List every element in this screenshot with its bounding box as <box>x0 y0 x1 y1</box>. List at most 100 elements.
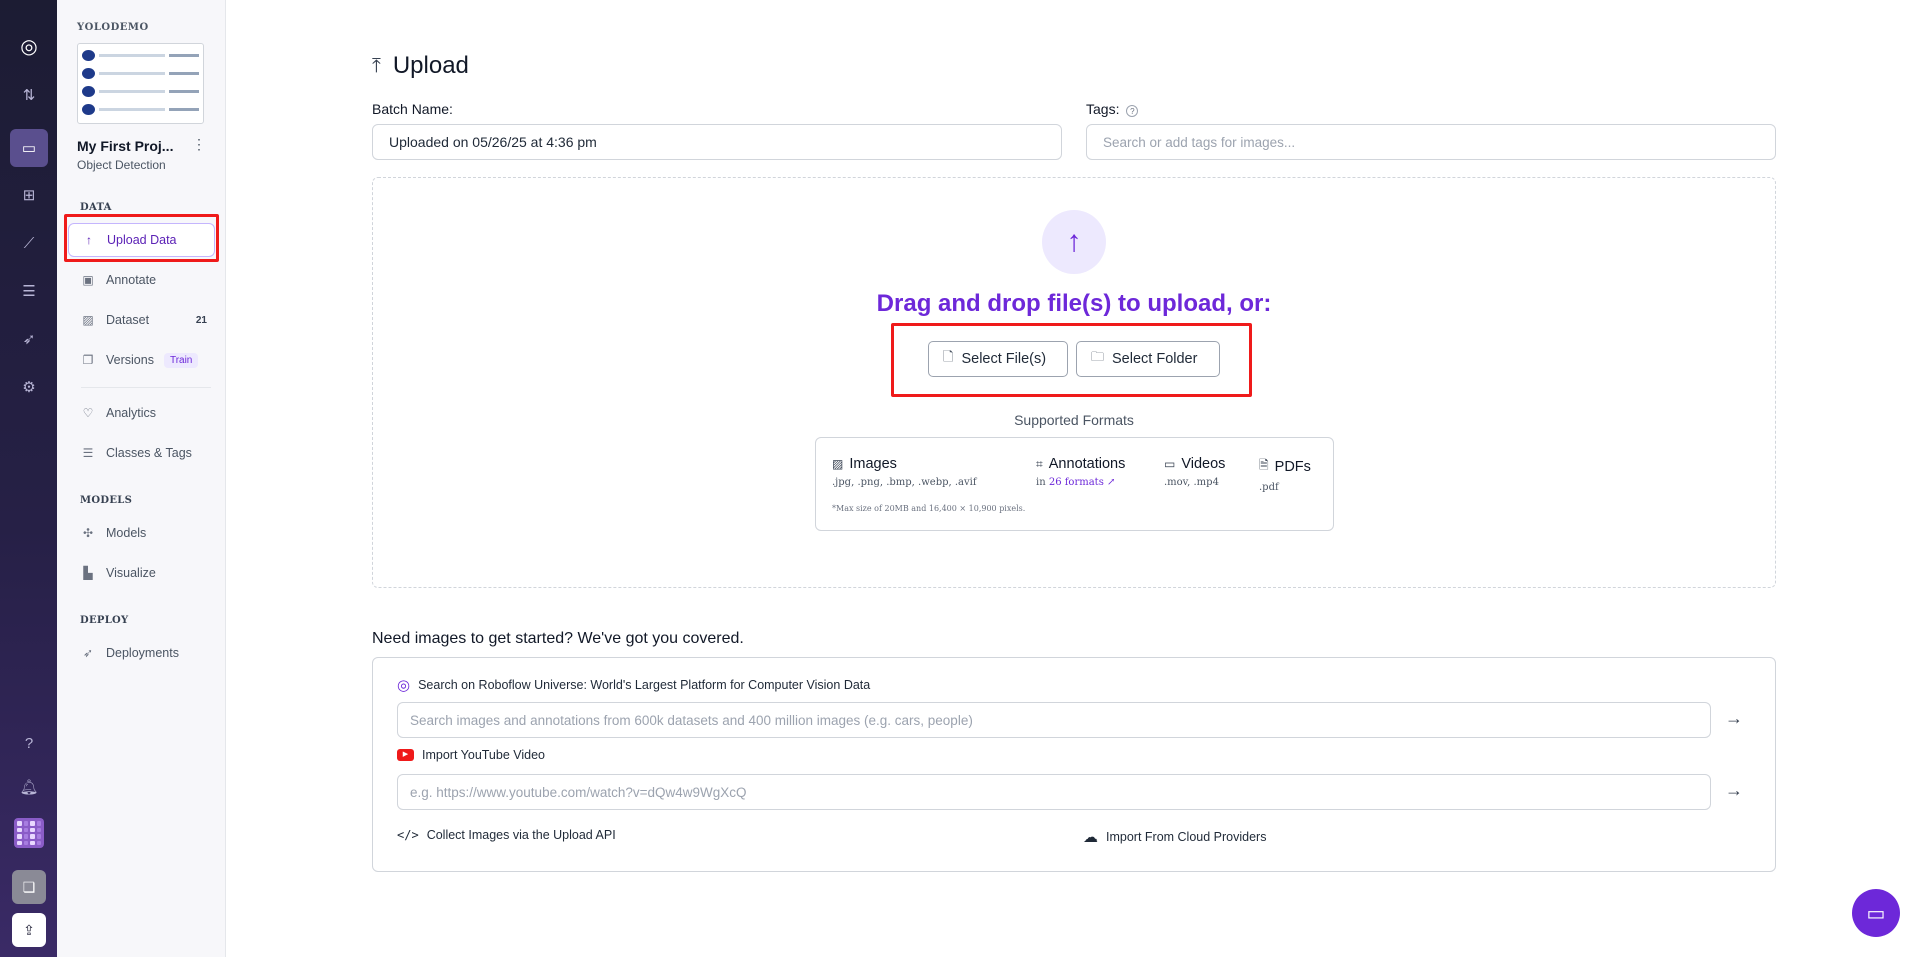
train-pill: Train <box>163 352 199 368</box>
upload-api-link[interactable]: </> Collect Images via the Upload API <box>397 828 616 842</box>
tags-input[interactable]: Search or add tags for images... <box>1086 124 1776 160</box>
workflow-icon[interactable]: ⊞ <box>10 176 48 214</box>
format-videos-title: Videos <box>1181 456 1226 472</box>
annotation-formats-link[interactable]: 26 formats ↗ <box>1049 477 1116 488</box>
page-title: ⤒ Upload <box>372 52 469 80</box>
upload-title-icon: ⤒ <box>372 54 381 77</box>
youtube-label-text: Import YouTube Video <box>422 748 546 762</box>
help-icon[interactable]: ? <box>10 724 48 762</box>
project-type: Object Detection <box>77 158 166 172</box>
max-size-note: *Max size of 20MB and 16,400 × 10,900 pi… <box>832 504 1026 513</box>
bell-icon[interactable]: 🔔︎ <box>10 768 48 806</box>
youtube-label: ▶ Import YouTube Video <box>397 748 545 762</box>
folder-icon: 🗀 <box>1091 349 1105 364</box>
youtube-arrow-icon[interactable]: → <box>1725 780 1743 801</box>
section-deploy: DEPLOY <box>80 615 129 626</box>
tags-label-text: Tags: <box>1086 101 1120 117</box>
app-root: ◎ ⇅ ▭ ⊞ ⟋ ☰ ➶ ⚙ ? 🔔︎ ❏ ⇪ YOLODEMO My Fir… <box>0 0 1920 957</box>
universe-search-input[interactable]: Search images and annotations from 600k … <box>397 702 1711 738</box>
section-data: DATA <box>80 202 112 213</box>
sidebar-item-label: Classes & Tags <box>106 446 192 460</box>
help-circle-icon[interactable]: ? <box>1126 105 1139 117</box>
file-icon: 🗋 <box>943 349 954 364</box>
sidebar-item-visualize[interactable]: ▙ Visualize <box>68 556 215 590</box>
format-images-title: Images <box>849 456 897 472</box>
chat-support-icon[interactable]: ▭ <box>1852 889 1900 937</box>
tags-label: Tags: ? <box>1086 101 1139 117</box>
batch-name-label: Batch Name: <box>372 101 453 117</box>
sidebar-divider <box>81 387 211 388</box>
need-images-heading: Need images to get started? We've got yo… <box>372 630 744 647</box>
image-icon: ▨ <box>832 457 844 471</box>
project-more-icon[interactable]: ⋮ <box>192 136 206 153</box>
upload-api-label: Collect Images via the Upload API <box>426 828 616 842</box>
format-pdfs-ext: .pdf <box>1259 482 1279 493</box>
list-icon: ☰ <box>82 446 94 460</box>
chart-line-icon[interactable]: ⟋ <box>10 224 48 262</box>
arrow-up-icon: ↑ <box>86 233 92 247</box>
sidebar-item-label: Models <box>106 526 147 540</box>
workspace-avatar[interactable] <box>14 818 44 848</box>
pdf-icon: 🗎 <box>1259 458 1269 472</box>
universe-label-text: Search on Roboflow Universe: World's Lar… <box>418 678 871 692</box>
format-annotations-title: Annotations <box>1048 456 1126 472</box>
sidebar-item-label: Upload Data <box>107 233 177 247</box>
project-name[interactable]: My First Proj... <box>77 138 173 154</box>
inbox-icon[interactable]: ▭ <box>10 129 48 167</box>
select-files-button[interactable]: 🗋 Select File(s) <box>928 341 1068 377</box>
select-files-label: Select File(s) <box>961 351 1047 367</box>
page-title-text: Upload <box>392 52 469 79</box>
models-icon: ✣ <box>82 526 94 540</box>
format-annotations-prefix: in <box>1036 477 1046 488</box>
cloud-upload-icon: ☁ <box>1083 829 1098 846</box>
settings-gear-icon[interactable]: ⚙ <box>10 368 48 406</box>
format-videos: ▭ Videos .mov, .mp4 <box>1164 456 1225 488</box>
code-icon: </> <box>397 828 419 842</box>
format-pdfs-title: PDFs <box>1274 458 1311 475</box>
docs-icon[interactable]: ❏ <box>12 870 46 904</box>
drag-drop-text: Drag and drop file(s) to upload, or: <box>876 290 1272 317</box>
roboflow-logo-icon[interactable]: ◎ <box>10 27 48 65</box>
sidebar-item-versions[interactable]: ❐ Versions Train <box>68 343 215 377</box>
rocket-icon[interactable]: ➶ <box>10 320 48 358</box>
project-thumbnail[interactable] <box>77 43 204 124</box>
sidebar-item-upload-data[interactable]: ↑ Upload Data <box>68 223 215 257</box>
select-folder-button[interactable]: 🗀 Select Folder <box>1076 341 1220 377</box>
format-images-ext: .jpg, .png, .bmp, .webp, .avif <box>832 477 977 488</box>
roboflow-universe-icon: ◎ <box>397 677 411 694</box>
format-pdfs: 🗎 PDFs .pdf <box>1259 456 1311 493</box>
section-models: MODELS <box>80 495 133 506</box>
chart-icon: ▙ <box>83 566 93 580</box>
project-sidebar: YOLODEMO My First Proj... ⋮ Object Detec… <box>57 0 226 957</box>
format-annotations: ⌗ Annotations in 26 formats ↗ <box>1036 456 1125 488</box>
sidebar-item-label: Visualize <box>106 566 156 580</box>
universe-arrow-icon[interactable]: → <box>1725 708 1743 729</box>
supported-formats-box: ▨ Images .jpg, .png, .bmp, .webp, .avif ⌗… <box>815 437 1334 531</box>
youtube-url-input[interactable]: e.g. https://www.youtube.com/watch?v=dQw… <box>397 774 1711 810</box>
sidebar-item-deployments[interactable]: ➶ Deployments <box>68 636 215 670</box>
workspace-name: YOLODEMO <box>77 22 149 33</box>
cloud-providers-label: Import From Cloud Providers <box>1106 830 1267 844</box>
sidebar-item-label: Versions <box>106 353 154 367</box>
rocket-icon: ➶ <box>82 646 94 660</box>
bounding-box-icon: ⌗ <box>1036 456 1043 471</box>
swap-icon[interactable]: ⇅ <box>10 76 48 114</box>
universe-label: ◎ Search on Roboflow Universe: World's L… <box>397 676 870 694</box>
video-icon: ▭ <box>1164 457 1176 471</box>
import-sources-card: ◎ Search on Roboflow Universe: World's L… <box>372 657 1776 872</box>
icon-rail: ◎ ⇅ ▭ ⊞ ⟋ ☰ ➶ ⚙ ? 🔔︎ ❏ ⇪ <box>0 0 57 957</box>
youtube-icon: ▶ <box>397 749 414 761</box>
format-images: ▨ Images .jpg, .png, .bmp, .webp, .avif <box>832 456 977 488</box>
supported-formats-title: Supported Formats <box>1014 412 1134 428</box>
upload-arrow-icon: ↑ <box>1042 210 1106 274</box>
annotate-icon: ▣ <box>82 273 94 287</box>
sidebar-item-label: Annotate <box>106 273 157 287</box>
versions-icon: ❐ <box>82 353 94 367</box>
batch-name-input[interactable]: Uploaded on 05/26/25 at 4:36 pm <box>372 124 1062 160</box>
cloud-providers-link[interactable]: ☁ Import From Cloud Providers <box>1083 828 1266 846</box>
sidebar-item-classes-tags[interactable]: ☰ Classes & Tags <box>68 436 215 470</box>
sidebar-item-label: Deployments <box>106 646 179 660</box>
sidebar-item-models[interactable]: ✣ Models <box>68 516 215 550</box>
format-videos-ext: .mov, .mp4 <box>1164 477 1219 488</box>
upload-icon[interactable]: ⇪ <box>12 913 46 947</box>
